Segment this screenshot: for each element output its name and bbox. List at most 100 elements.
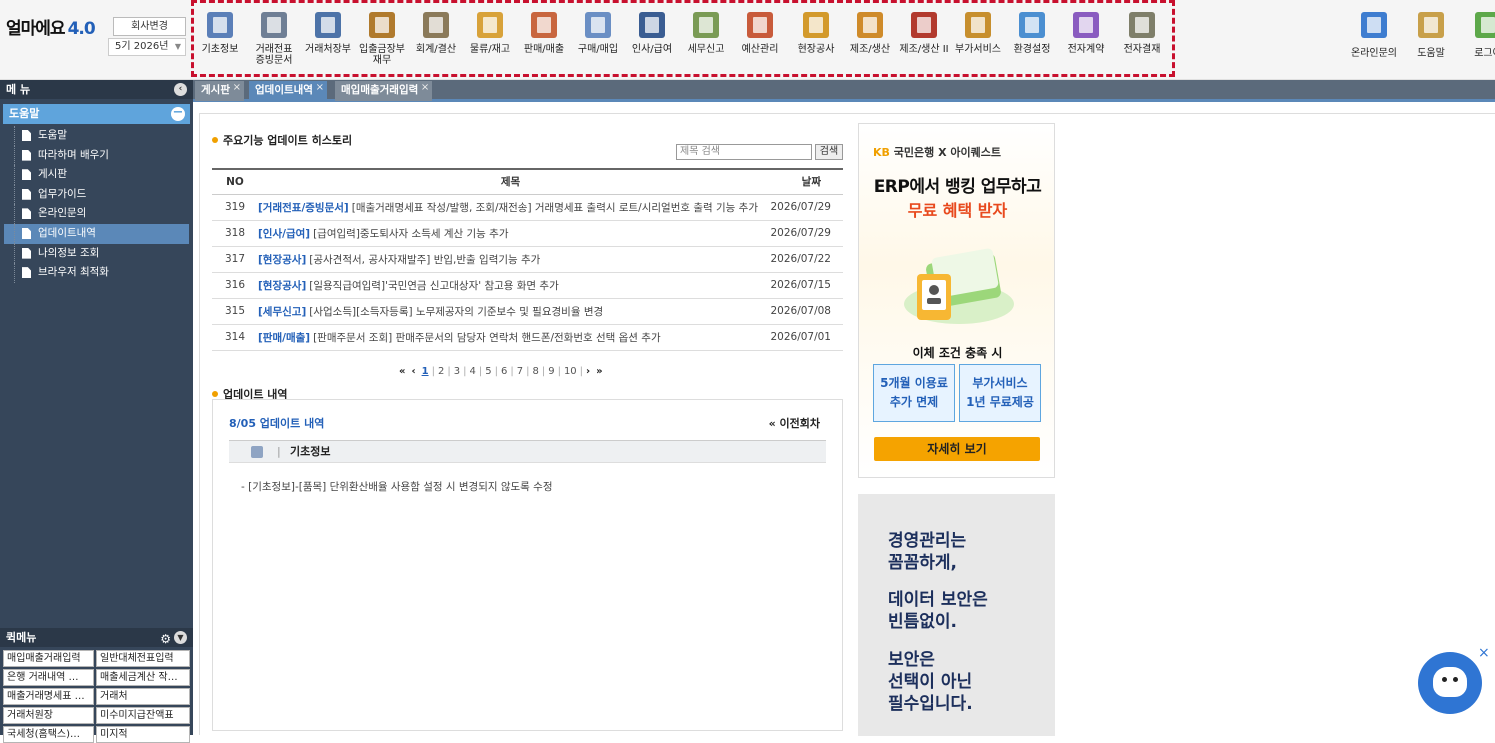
top-menu-item[interactable]: 판매/매출: [517, 12, 571, 55]
sidebar-item[interactable]: 온라인문의: [4, 204, 189, 224]
security-ad[interactable]: 경영관리는 꼼꼼하게, 데이터 보안은 빈틈없이. 보안은 선택이 아닌 필수입니다…: [858, 494, 1055, 736]
top-menu-item[interactable]: 예산관리: [733, 12, 787, 55]
page-link[interactable]: 2: [438, 366, 444, 377]
row-date: 2026/07/01: [763, 324, 843, 351]
row-title[interactable]: [판매/매출] [판매주문서 조회] 판매주문서의 담당자 연락처 핸드폰/전화번…: [258, 324, 763, 351]
chatbot-button[interactable]: [1418, 652, 1482, 714]
row-title[interactable]: [거래전표/증빙문서] [매출거래명세표 작성/발행, 조회/재전송] 거래명세표…: [258, 194, 763, 221]
benefit-text: 부가서비스 1년 무료제공: [966, 376, 1034, 409]
top-menu-item[interactable]: 전자결재: [1115, 12, 1169, 55]
quick-menu-button[interactable]: 거래처: [96, 688, 190, 705]
page-link[interactable]: 7: [517, 366, 523, 377]
prev-page-button[interactable]: ‹: [411, 366, 415, 377]
top-menu-item[interactable]: 물류/재고: [463, 12, 517, 55]
sidebar-item[interactable]: 브라우저 최적화: [4, 263, 189, 283]
table-row[interactable]: 318 [인사/급여] [급여입력]중도퇴사자 소득세 계산 기능 추가 2026/0…: [212, 220, 843, 247]
table-row[interactable]: 314 [판매/매출] [판매주문서 조회] 판매주문서의 담당자 연락처 핸드폰/…: [212, 324, 843, 351]
sidebar-item[interactable]: 게시판: [4, 165, 189, 185]
table-row[interactable]: 315 [세무신고] [사업소득][소득자등록] 노무제공자의 기준보수 및 필요경…: [212, 298, 843, 325]
quick-menu-header: 퀵메뉴 ⚙ ▼: [0, 628, 193, 647]
sidebar-item[interactable]: 업무가이드: [4, 184, 189, 205]
search-input[interactable]: 제목 검색: [676, 144, 812, 160]
minus-icon[interactable]: −: [171, 106, 185, 121]
quick-menu-button[interactable]: 은행 거래내역 …: [3, 669, 94, 686]
gear-icon[interactable]: ⚙: [160, 630, 171, 649]
next-page-button[interactable]: ›: [586, 366, 590, 377]
right-menu-item[interactable]: 도움말: [1403, 12, 1459, 59]
page-link[interactable]: 5: [485, 366, 491, 377]
right-menu-item[interactable]: 로그아: [1460, 12, 1495, 59]
top-menu-item[interactable]: 거래처장부: [301, 12, 355, 55]
top-menu-label: 현장공사: [797, 44, 835, 55]
table-row[interactable]: 317 [현장공사] [공사견적서, 공사자재발주] 반입,반출 입력기능 추가 20…: [212, 246, 843, 273]
kb-bank-ad[interactable]: KB 국민은행 X 아이퀘스트 ERP에서 뱅킹 업무하고 무료 혜택 받자 이…: [858, 123, 1055, 478]
close-icon[interactable]: ×: [316, 78, 324, 97]
logout-icon: [1475, 12, 1495, 38]
top-menu-item[interactable]: 인사/급여: [625, 12, 679, 55]
top-menu-item[interactable]: 환경설정: [1005, 12, 1059, 55]
row-title[interactable]: [현장공사] [일용직급여입력]'국민연금 신고대상자' 참고용 화면 추가: [258, 272, 763, 299]
row-title[interactable]: [현장공사] [공사견적서, 공사자재발주] 반입,반출 입력기능 추가: [258, 246, 763, 273]
ad-detail-button[interactable]: 자세히 보기: [874, 437, 1040, 461]
ad-benefit-1: 5개월 이용료 추가 면제: [873, 364, 955, 422]
page-link[interactable]: 10: [564, 366, 577, 377]
top-menu-item[interactable]: 제조/생산 II: [897, 12, 951, 55]
document-icon: [22, 267, 31, 279]
ad-headline: ERP에서 뱅킹 업무하고: [873, 177, 1042, 197]
top-menu-item[interactable]: 부가서비스: [951, 12, 1005, 55]
period-select[interactable]: 5기 2026년 ▼: [108, 38, 186, 56]
sidebar-item[interactable]: 나의정보 조회: [4, 243, 189, 264]
search-button[interactable]: 검색: [815, 144, 843, 160]
row-no: 317: [212, 246, 258, 273]
row-title[interactable]: [세무신고] [사업소득][소득자등록] 노무제공자의 기준보수 및 필요경비율 …: [258, 298, 763, 325]
tab[interactable]: 업데이트내역 ×: [249, 81, 327, 101]
top-menu-label: 환경설정: [1013, 44, 1051, 55]
tab[interactable]: 게시판 ×: [195, 81, 244, 101]
sidebar-item[interactable]: 업데이트내역: [4, 223, 189, 244]
sidebar-item[interactable]: 도움말: [4, 126, 189, 146]
top-menu-item[interactable]: 회계/결산: [409, 12, 463, 55]
page-link[interactable]: 3: [454, 366, 460, 377]
quick-menu-button[interactable]: 거래처원장: [3, 707, 94, 724]
sidebar-section-help[interactable]: 도움말 −: [3, 104, 190, 124]
top-menu-label: 인사/급여: [631, 44, 673, 55]
quick-menu-button[interactable]: 매출거래명세표 …: [3, 688, 94, 705]
app-logo[interactable]: 얼마에요 4.0: [6, 14, 96, 39]
update-description: - [기초정보]-[품목] 단위환산배율 사용함 설정 시 변경되지 않도록 수…: [241, 481, 553, 493]
chatbot-close-icon[interactable]: ×: [1478, 645, 1490, 661]
row-date: 2026/07/29: [763, 220, 843, 247]
sidebar-item[interactable]: 따라하며 배우기: [4, 145, 189, 166]
top-menu-item[interactable]: 기초정보: [193, 12, 247, 55]
row-title[interactable]: [인사/급여] [급여입력]중도퇴사자 소득세 계산 기능 추가: [258, 220, 763, 247]
table-row[interactable]: 319 [거래전표/증빙문서] [매출거래명세표 작성/발행, 조회/재전송] 거래…: [212, 194, 843, 221]
top-menu-item[interactable]: 거래전표 증빙문서: [247, 12, 301, 66]
company-change-button[interactable]: 회사변경: [113, 17, 186, 36]
page-link[interactable]: 6: [501, 366, 507, 377]
page-separator: |: [431, 366, 435, 377]
last-page-button[interactable]: »: [596, 366, 602, 377]
top-menu-item[interactable]: 입출금장부 재무: [355, 12, 409, 66]
page-link[interactable]: 8: [532, 366, 538, 377]
top-menu-item[interactable]: 현장공사: [789, 12, 843, 55]
page-link[interactable]: 9: [548, 366, 554, 377]
page-link[interactable]: 1: [422, 366, 429, 377]
top-menu-item[interactable]: 구매/매입: [571, 12, 625, 55]
table-row[interactable]: 316 [현장공사] [일용직급여입력]'국민연금 신고대상자' 참고용 화면 추가…: [212, 272, 843, 299]
collapse-icon[interactable]: ‹: [174, 83, 187, 96]
right-menu-item[interactable]: 온라인문의: [1346, 12, 1402, 59]
tab[interactable]: 매입매출거래입력 ×: [335, 78, 433, 101]
top-menu-item[interactable]: 세무신고: [679, 12, 733, 55]
chevron-down-icon[interactable]: ▼: [174, 631, 187, 644]
page-link[interactable]: 4: [469, 366, 475, 377]
quick-menu-button[interactable]: 미수미지급잔액표: [96, 707, 190, 724]
quick-menu-button[interactable]: 매입매출거래입력: [3, 650, 94, 667]
settings-icon: [1019, 12, 1045, 38]
previous-round-link[interactable]: « 이전회차: [769, 415, 820, 431]
top-menu-item[interactable]: 전자계약: [1059, 12, 1113, 55]
quick-menu-button[interactable]: 일반대체전표입력: [96, 650, 190, 667]
close-icon[interactable]: ×: [421, 78, 429, 97]
quick-menu-button[interactable]: 매출세금계산 작…: [96, 669, 190, 686]
first-page-button[interactable]: «: [399, 366, 405, 377]
top-menu-item[interactable]: 제조/생산: [843, 12, 897, 55]
close-icon[interactable]: ×: [233, 78, 241, 97]
